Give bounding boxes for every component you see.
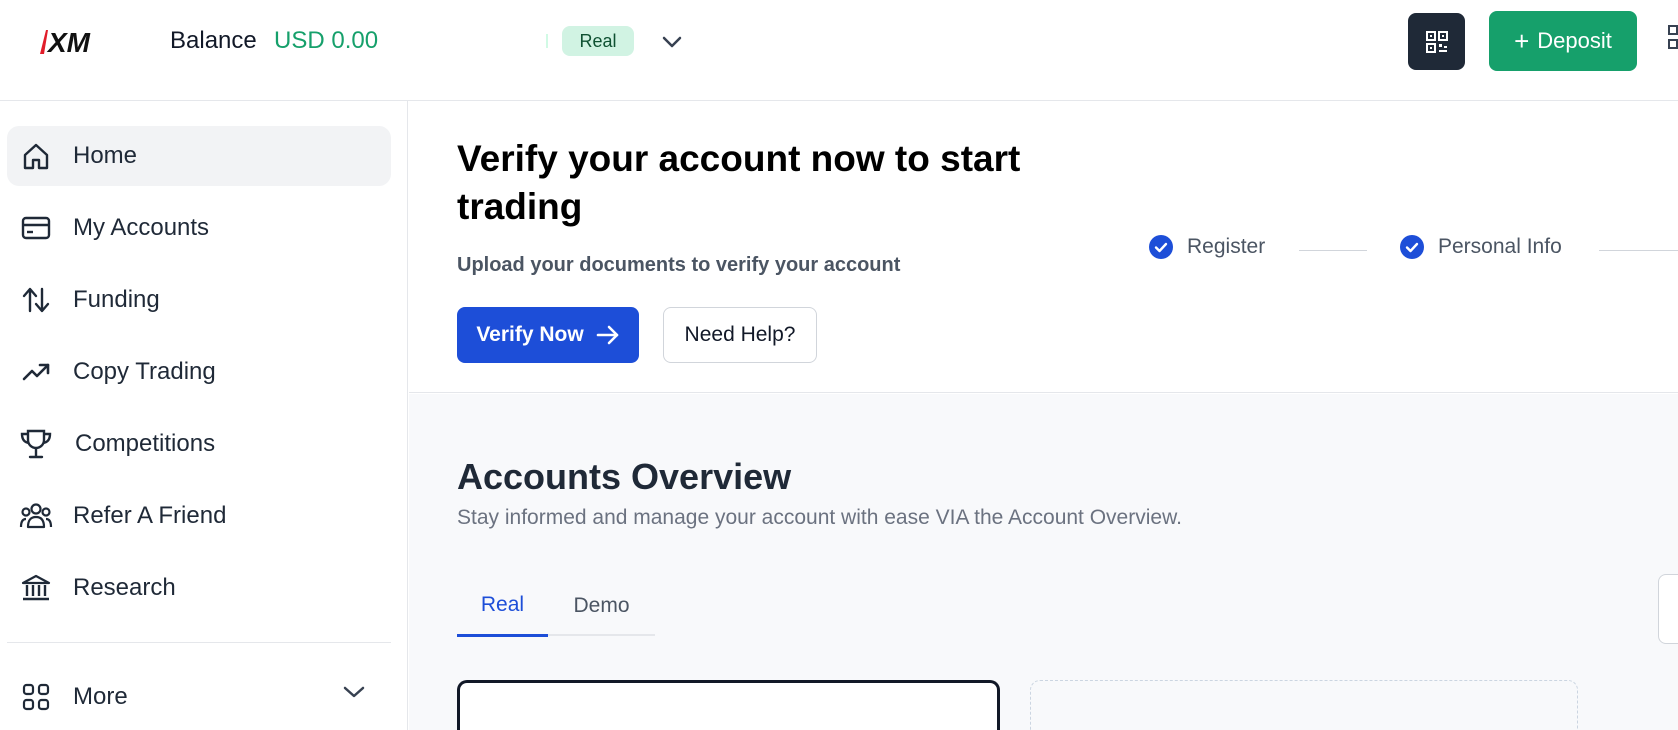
check-circle-icon (1400, 235, 1424, 259)
sidebar-item-home[interactable]: Home (7, 126, 391, 186)
sidebar-divider (7, 642, 391, 643)
separator (546, 34, 548, 48)
sidebar-item-copy-trading[interactable]: Copy Trading (7, 342, 391, 402)
sidebar-item-label: Refer A Friend (73, 502, 227, 529)
step-connector (1599, 250, 1678, 251)
sidebar-item-label: Copy Trading (73, 358, 216, 385)
verify-banner: Verify your account now to start trading… (409, 101, 1678, 393)
qr-code-icon (1425, 30, 1448, 53)
balance-value: USD 0.00 (274, 27, 379, 54)
verify-now-button[interactable]: Verify Now (457, 307, 639, 363)
svg-text:XM: XM (46, 27, 91, 56)
bank-icon (19, 572, 53, 604)
home-icon (19, 140, 53, 172)
check-circle-icon (1149, 235, 1173, 259)
verify-title: Verify your account now to start trading (457, 138, 1021, 227)
overview-subtitle: Stay informed and manage your account wi… (457, 506, 1182, 529)
sidebar-item-research[interactable]: Research (7, 558, 391, 618)
verify-now-label: Verify Now (476, 323, 584, 346)
sidebar-item-label: Competitions (75, 430, 216, 457)
verify-subtitle: Upload your documents to verify your acc… (457, 254, 901, 276)
tab-demo[interactable]: Demo (548, 576, 655, 636)
sidebar-item-funding[interactable]: Funding (7, 270, 391, 330)
xm-logo[interactable]: XM (36, 26, 108, 56)
sidebar-item-refer-a-friend[interactable]: Refer A Friend (7, 486, 391, 546)
trend-up-icon (19, 356, 53, 388)
chevron-down-icon[interactable] (660, 30, 684, 54)
deposit-button[interactable]: + Deposit (1489, 11, 1637, 71)
balance-label: Balance (170, 27, 257, 54)
step-register: Register (1149, 235, 1265, 259)
step-connector (1299, 250, 1367, 251)
sidebar-item-competitions[interactable]: Competitions (7, 414, 391, 474)
step-label: Register (1187, 235, 1266, 258)
top-header: XM Balance USD 0.00 Real + Deposit (0, 0, 1678, 101)
sidebar-item-more[interactable]: More (7, 667, 391, 727)
partial-control[interactable] (1658, 574, 1678, 644)
deposit-label: Deposit (1537, 28, 1612, 53)
sidebar-item-label: More (73, 683, 128, 710)
sidebar-item-label: Research (73, 574, 176, 601)
card-icon (19, 212, 53, 244)
sidebar-item-my-accounts[interactable]: My Accounts (7, 198, 391, 258)
apps-grid-icon[interactable] (1668, 24, 1678, 54)
add-account-card[interactable] (1030, 680, 1578, 730)
chevron-down-icon (343, 685, 367, 709)
grid-icon (19, 681, 53, 713)
tab-real[interactable]: Real (457, 576, 548, 637)
arrow-right-icon (596, 325, 618, 345)
users-icon (19, 500, 53, 532)
account-type-badge[interactable]: Real (562, 26, 634, 56)
sidebar-item-label: Home (73, 142, 138, 169)
plus-icon: + (1514, 26, 1530, 56)
step-personal-info: Personal Info (1400, 235, 1562, 259)
account-tabs: Real Demo (457, 576, 655, 637)
accounts-overview: Accounts Overview Stay informed and mana… (409, 394, 1678, 730)
sidebar: Home My Accounts Funding Copy Trading Co… (0, 101, 408, 730)
trophy-icon (19, 428, 53, 460)
sidebar-item-label: Funding (73, 286, 160, 313)
step-label: Personal Info (1438, 235, 1562, 258)
sidebar-item-label: My Accounts (73, 214, 210, 241)
need-help-button[interactable]: Need Help? (663, 307, 817, 363)
account-card[interactable] (457, 680, 1000, 730)
arrows-updown-icon (19, 284, 53, 316)
overview-title: Accounts Overview (457, 456, 792, 497)
qr-code-button[interactable] (1408, 13, 1465, 70)
